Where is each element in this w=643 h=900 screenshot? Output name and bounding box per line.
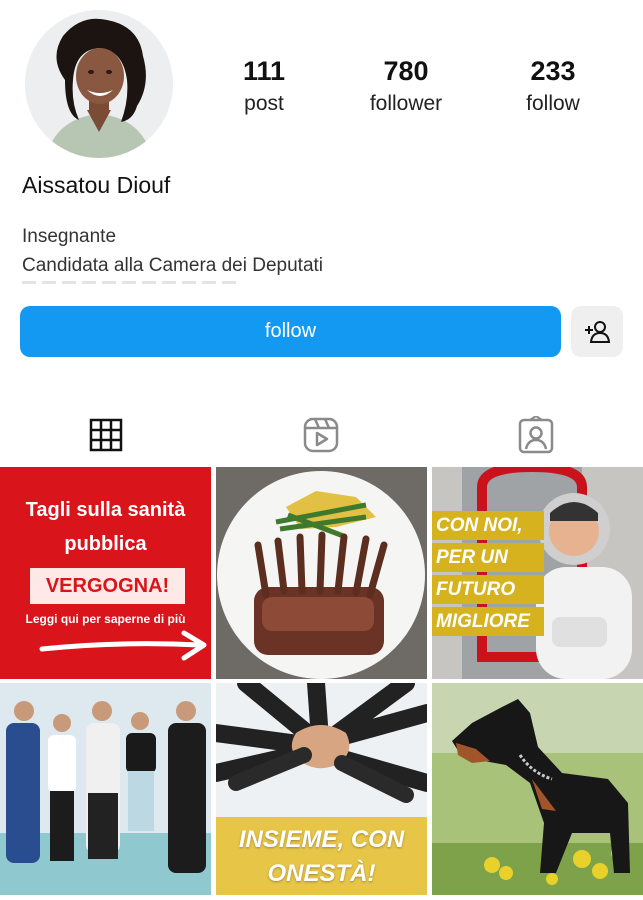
tab-posts-grid[interactable] bbox=[76, 410, 136, 460]
tab-tagged[interactable] bbox=[506, 410, 566, 460]
follow-button[interactable]: follow bbox=[20, 306, 561, 357]
profile-name: Aissatou Diouf bbox=[22, 172, 171, 198]
post-1-headline: Tagli sulla sanità pubblica bbox=[0, 493, 211, 561]
post-1-highlight: VERGOGNA! bbox=[30, 568, 185, 604]
following-count[interactable]: 233 follow bbox=[493, 55, 613, 121]
post-2[interactable] bbox=[216, 467, 427, 679]
followers-count[interactable]: 780 follower bbox=[346, 55, 466, 121]
post-5-banner: INSIEME, CON ONESTÀ! bbox=[216, 817, 427, 895]
post-3-slogan: CON NOI, PER UN FUTURO MIGLIORE bbox=[432, 511, 544, 639]
post-4[interactable] bbox=[0, 683, 211, 895]
post-3-slogan-line-2: PER UN bbox=[432, 543, 544, 572]
followers-count-label: follower bbox=[369, 92, 443, 115]
post-3-slogan-line-4: MIGLIORE bbox=[432, 607, 544, 636]
post-3[interactable]: CON NOI, PER UN FUTURO MIGLIORE bbox=[432, 467, 643, 679]
post-3-slogan-line-3: FUTURO bbox=[432, 575, 544, 604]
dog-photo bbox=[432, 683, 643, 895]
post-3-slogan-line-1: CON NOI, bbox=[432, 511, 544, 540]
post-6[interactable] bbox=[432, 683, 643, 895]
tab-reels[interactable] bbox=[291, 410, 351, 460]
business-team-photo bbox=[0, 683, 211, 895]
reels-icon bbox=[303, 417, 339, 453]
avatar-photo bbox=[25, 10, 173, 158]
tagged-icon bbox=[518, 416, 554, 454]
posts-count[interactable]: 111 post bbox=[204, 55, 324, 121]
post-5-banner-line-1: INSIEME, CON bbox=[238, 826, 405, 853]
person-add-icon bbox=[585, 320, 611, 343]
post-1-cta: Leggi qui per saperne di più bbox=[25, 612, 186, 626]
following-count-label: follow bbox=[526, 92, 580, 115]
bio-truncated-line bbox=[22, 281, 242, 284]
post-1-headline-line-1: Tagli sulla sanità bbox=[25, 499, 186, 521]
arrow-icon bbox=[39, 630, 207, 661]
followers-count-value: 780 bbox=[383, 56, 429, 86]
grid-icon bbox=[89, 418, 123, 452]
posts-grid: Tagli sulla sanità pubblica VERGOGNA! Le… bbox=[0, 467, 643, 900]
food-plate-photo bbox=[216, 467, 427, 679]
profile-bio: Insegnante Candidata alla Camera dei Dep… bbox=[22, 222, 323, 280]
bio-line-1: Insegnante bbox=[22, 226, 117, 247]
bio-line-2: Candidata alla Camera dei Deputati bbox=[22, 255, 324, 276]
post-5-banner-line-2: ONESTÀ! bbox=[267, 860, 376, 887]
posts-count-label: post bbox=[244, 92, 284, 115]
avatar[interactable] bbox=[25, 10, 173, 158]
suggest-people-button[interactable] bbox=[571, 306, 623, 357]
post-5[interactable]: INSIEME, CON ONESTÀ! bbox=[216, 683, 427, 895]
post-1-headline-line-2: pubblica bbox=[64, 533, 147, 555]
post-1[interactable]: Tagli sulla sanità pubblica VERGOGNA! Le… bbox=[0, 467, 211, 679]
following-count-value: 233 bbox=[530, 56, 576, 86]
posts-count-value: 111 bbox=[242, 56, 286, 86]
